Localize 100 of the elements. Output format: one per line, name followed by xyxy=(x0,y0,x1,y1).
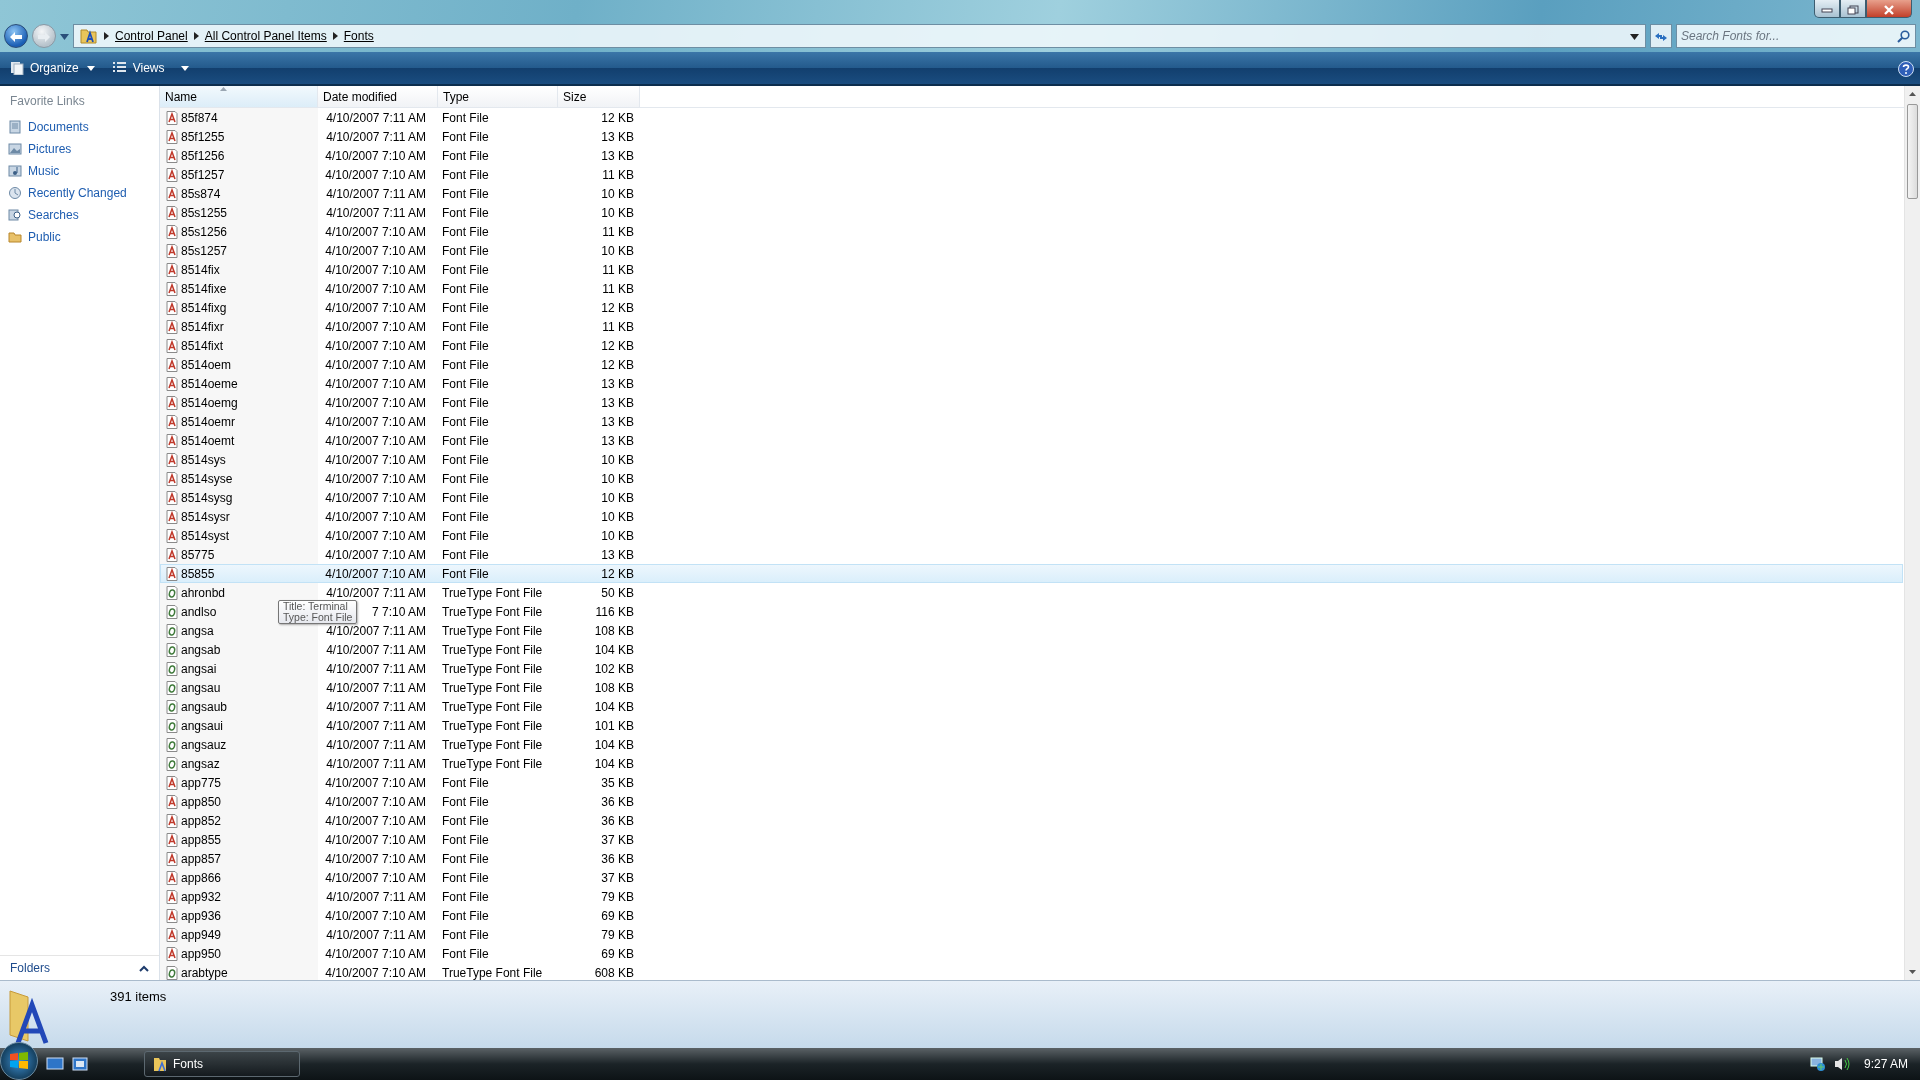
file-row[interactable]: angsaui 4/10/2007 7:11 AM TrueType Font File 101 KB xyxy=(160,716,1903,735)
file-row[interactable]: 85f874 4/10/2007 7:11 AM Font File 12 KB xyxy=(160,108,1903,127)
scrollbar-thumb[interactable] xyxy=(1907,104,1918,199)
file-row[interactable]: angsau 4/10/2007 7:11 AM TrueType Font File 108 KB xyxy=(160,678,1903,697)
file-row[interactable]: 8514oemr 4/10/2007 7:10 AM Font File 13 KB xyxy=(160,412,1903,431)
file-row[interactable]: app950 4/10/2007 7:10 AM Font File 69 KB xyxy=(160,944,1903,963)
type-cell-text: Font File xyxy=(441,242,490,260)
scroll-up-icon xyxy=(1909,92,1916,96)
minimize-button[interactable] xyxy=(1814,0,1840,18)
date-cell: 4/10/2007 7:10 AM xyxy=(325,775,426,790)
file-name: 8514sysr xyxy=(181,508,230,526)
help-button[interactable] xyxy=(1898,59,1914,77)
type-cell-text: Font File xyxy=(441,337,490,355)
file-row[interactable]: 85775 4/10/2007 7:10 AM Font File 13 KB xyxy=(160,545,1903,564)
toolbar-button[interactable]: Views xyxy=(108,57,193,79)
speaker-icon[interactable] xyxy=(1833,1056,1852,1072)
file-row[interactable]: 8514fixg 4/10/2007 7:10 AM Font File 12 KB xyxy=(160,298,1903,317)
file-row[interactable]: 8514fix 4/10/2007 7:10 AM Font File 11 KB xyxy=(160,260,1903,279)
file-row[interactable]: 85f1255 4/10/2007 7:11 AM Font File 13 KB xyxy=(160,127,1903,146)
file-row[interactable]: 8514oemg 4/10/2007 7:10 AM Font File 13 KB xyxy=(160,393,1903,412)
sidebar-link[interactable]: Recently Changed xyxy=(0,182,159,204)
file-row[interactable]: app936 4/10/2007 7:10 AM Font File 69 KB xyxy=(160,906,1903,925)
back-button[interactable] xyxy=(4,24,28,48)
toolbar-button[interactable]: Organize xyxy=(6,57,99,79)
date-cell: 4/10/2007 7:11 AM xyxy=(326,585,426,600)
network-icon[interactable] xyxy=(1809,1056,1826,1072)
column-header[interactable]: Size xyxy=(558,86,640,107)
folders-label: Folders xyxy=(10,960,50,977)
file-row[interactable]: 85s1257 4/10/2007 7:10 AM Font File 10 KB xyxy=(160,241,1903,260)
clock-icon xyxy=(8,186,22,200)
file-row[interactable]: app866 4/10/2007 7:10 AM Font File 37 KB xyxy=(160,868,1903,887)
type-cell-text: TrueType Font File xyxy=(441,964,544,980)
refresh-button[interactable] xyxy=(1650,24,1672,48)
file-row[interactable]: 85s1255 4/10/2007 7:11 AM Font File 10 KB xyxy=(160,203,1903,222)
column-header[interactable]: Name xyxy=(160,86,318,107)
type-cell-text: Font File xyxy=(441,451,490,469)
file-row[interactable]: app857 4/10/2007 7:10 AM Font File 36 KB xyxy=(160,849,1903,868)
start-button[interactable] xyxy=(0,1042,38,1080)
show-desktop-icon[interactable] xyxy=(46,1057,64,1071)
file-row[interactable]: 85855 4/10/2007 7:10 AM Font File 12 KB xyxy=(160,564,1903,583)
type-cell-text: Font File xyxy=(441,432,490,450)
file-name: angsai xyxy=(181,660,217,678)
file-row[interactable]: 8514oeme 4/10/2007 7:10 AM Font File 13 KB xyxy=(160,374,1903,393)
file-row[interactable]: angsab 4/10/2007 7:11 AM TrueType Font File 104 KB xyxy=(160,640,1903,659)
file-row[interactable]: app850 4/10/2007 7:10 AM Font File 36 KB xyxy=(160,792,1903,811)
file-row[interactable]: 85s1256 4/10/2007 7:10 AM Font File 11 KB xyxy=(160,222,1903,241)
taskbar-button[interactable]: Fonts xyxy=(144,1051,300,1077)
size-cell-text: 608 KB xyxy=(593,964,635,980)
close-button[interactable] xyxy=(1866,0,1912,18)
breadcrumb-link[interactable]: All Control Panel Items xyxy=(204,27,327,45)
clock[interactable]: 9:27 AM xyxy=(1863,1055,1908,1073)
date-cell: 4/10/2007 7:10 AM xyxy=(325,452,426,467)
column-header[interactable]: Type xyxy=(438,86,558,107)
file-row[interactable]: 8514fixt 4/10/2007 7:10 AM Font File 12 KB xyxy=(160,336,1903,355)
breadcrumb-link[interactable]: Fonts xyxy=(343,27,374,45)
file-row[interactable]: 8514sysg 4/10/2007 7:10 AM Font File 10 KB xyxy=(160,488,1903,507)
file-row[interactable]: 85s874 4/10/2007 7:11 AM Font File 10 KB xyxy=(160,184,1903,203)
file-row[interactable]: 85f1257 4/10/2007 7:10 AM Font File 11 KB xyxy=(160,165,1903,184)
sidebar-link[interactable]: Searches xyxy=(0,204,159,226)
date-cell: 4/10/2007 7:10 AM xyxy=(325,908,426,923)
file-row[interactable]: app852 4/10/2007 7:10 AM Font File 36 KB xyxy=(160,811,1903,830)
sidebar-link[interactable]: Documents xyxy=(0,116,159,138)
size-cell-text: 13 KB xyxy=(600,413,635,431)
file-row[interactable]: angsaz 4/10/2007 7:11 AM TrueType Font File 104 KB xyxy=(160,754,1903,773)
file-row[interactable]: 85f1256 4/10/2007 7:10 AM Font File 13 KB xyxy=(160,146,1903,165)
file-row[interactable]: 8514fixe 4/10/2007 7:10 AM Font File 11 KB xyxy=(160,279,1903,298)
file-row[interactable]: ahronbd 4/10/2007 7:11 AM TrueType Font File 50 KB xyxy=(160,583,1903,602)
column-header[interactable]: Date modified xyxy=(318,86,438,107)
file-row[interactable]: 8514sysr 4/10/2007 7:10 AM Font File 10 KB xyxy=(160,507,1903,526)
file-row[interactable]: angsauz 4/10/2007 7:11 AM TrueType Font File 104 KB xyxy=(160,735,1903,754)
size-cell-text: 13 KB xyxy=(600,546,635,564)
size-cell-text: 37 KB xyxy=(600,831,635,849)
file-row[interactable]: angsaub 4/10/2007 7:11 AM TrueType Font File 104 KB xyxy=(160,697,1903,716)
restore-button[interactable] xyxy=(1840,0,1866,18)
file-row[interactable]: 8514syst 4/10/2007 7:10 AM Font File 10 KB xyxy=(160,526,1903,545)
file-row[interactable]: 8514syse 4/10/2007 7:10 AM Font File 10 KB xyxy=(160,469,1903,488)
chevron-up-icon xyxy=(139,964,149,972)
size-cell-text: 10 KB xyxy=(600,242,635,260)
vertical-scrollbar[interactable] xyxy=(1904,86,1920,980)
file-row[interactable]: app949 4/10/2007 7:11 AM Font File 79 KB xyxy=(160,925,1903,944)
type-cell-text: TrueType Font File xyxy=(441,660,544,678)
date-cell: 4/10/2007 7:10 AM xyxy=(325,471,426,486)
file-row[interactable]: 8514fixr 4/10/2007 7:10 AM Font File 11 KB xyxy=(160,317,1903,336)
size-cell-text: 36 KB xyxy=(600,812,635,830)
sidebar-link[interactable]: Pictures xyxy=(0,138,159,160)
file-row[interactable]: 8514oem 4/10/2007 7:10 AM Font File 12 KB xyxy=(160,355,1903,374)
file-row[interactable]: 8514sys 4/10/2007 7:10 AM Font File 10 KB xyxy=(160,450,1903,469)
file-row[interactable]: app855 4/10/2007 7:10 AM Font File 37 KB xyxy=(160,830,1903,849)
file-row[interactable]: app932 4/10/2007 7:11 AM Font File 79 KB xyxy=(160,887,1903,906)
search-field[interactable]: Search Fonts for... xyxy=(1676,24,1916,48)
switch-windows-icon[interactable] xyxy=(72,1057,88,1071)
sidebar-link[interactable]: Public xyxy=(0,226,159,248)
file-row[interactable]: angsai 4/10/2007 7:11 AM TrueType Font File 102 KB xyxy=(160,659,1903,678)
breadcrumb-link[interactable]: Control Panel xyxy=(115,27,188,45)
file-name: 85f1257 xyxy=(181,166,225,184)
file-row[interactable]: app775 4/10/2007 7:10 AM Font File 35 KB xyxy=(160,773,1903,792)
letter-a-file-icon xyxy=(166,870,178,885)
file-row[interactable]: 8514oemt 4/10/2007 7:10 AM Font File 13 KB xyxy=(160,431,1903,450)
type-cell-text: Font File xyxy=(441,869,490,887)
sidebar-link[interactable]: Music xyxy=(0,160,159,182)
